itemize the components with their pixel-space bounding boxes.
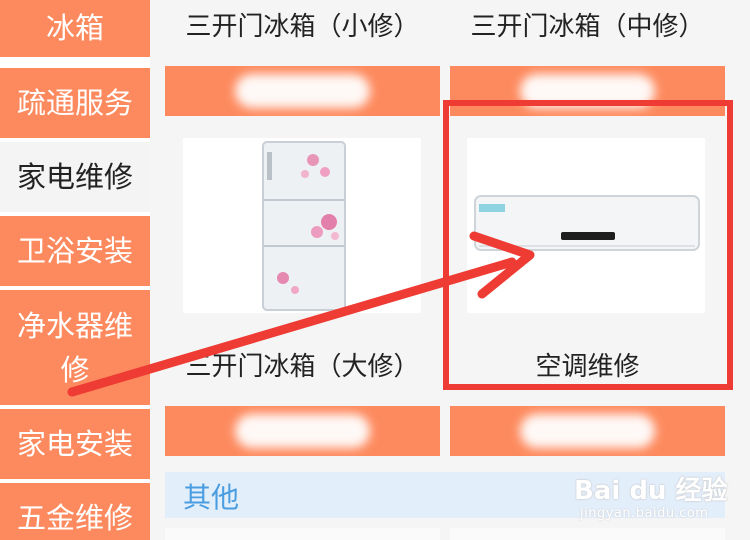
baidu-jingyan-watermark: Bai du 经验 jingyan.baidu.com <box>574 462 746 528</box>
watermark-logo: Bai du 经验 <box>574 476 728 506</box>
watermark-url: jingyan.baidu.com <box>580 506 709 521</box>
red-arrow-annotation-icon <box>67 231 535 397</box>
